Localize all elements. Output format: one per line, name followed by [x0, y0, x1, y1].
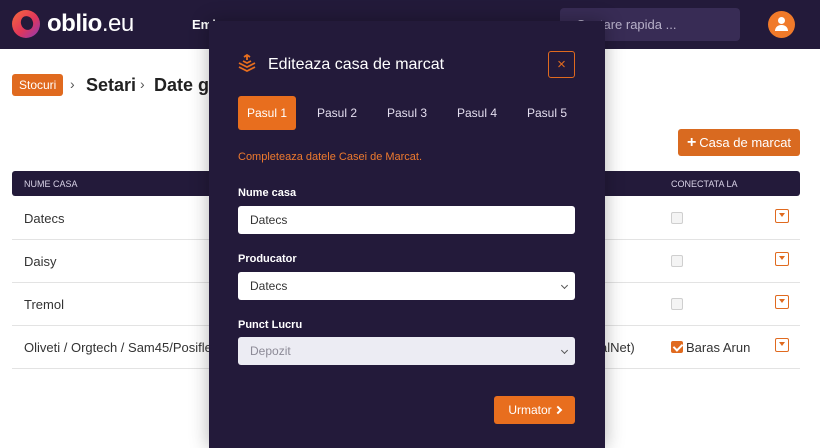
producator-value: Datecs: [250, 279, 288, 293]
chevron-down-icon: [560, 346, 569, 355]
close-button[interactable]: ×: [548, 51, 575, 78]
punct-lucru-value: Depozit: [250, 344, 291, 358]
wizard-steps: Pasul 1 Pasul 2 Pasul 3 Pasul 4 Pasul 5: [238, 96, 576, 130]
edit-cash-register-modal: Editeaza casa de marcat × Pasul 1 Pasul …: [209, 21, 605, 448]
step-tab-1[interactable]: Pasul 1: [238, 96, 296, 130]
next-button[interactable]: Urmator: [494, 396, 575, 424]
producator-select[interactable]: Datecs: [238, 272, 575, 300]
step-tab-4[interactable]: Pasul 4: [448, 96, 506, 130]
chevron-right-icon: [553, 405, 562, 415]
cash-register-icon: [238, 54, 256, 72]
label-nume-casa: Nume casa: [238, 187, 297, 199]
label-punct-lucru: Punct Lucru: [238, 319, 303, 331]
step-tab-5[interactable]: Pasul 5: [518, 96, 576, 130]
chevron-down-icon: [560, 281, 569, 290]
label-producator: Producator: [238, 253, 297, 265]
punct-lucru-select[interactable]: Depozit: [238, 337, 575, 365]
modal-title: Editeaza casa de marcat: [268, 56, 445, 73]
nume-casa-input[interactable]: Datecs: [238, 206, 575, 234]
next-button-label: Urmator: [508, 403, 552, 417]
step-instructions: Completeaza datele Casei de Marcat.: [238, 151, 423, 163]
step-tab-3[interactable]: Pasul 3: [378, 96, 436, 130]
step-tab-2[interactable]: Pasul 2: [308, 96, 366, 130]
